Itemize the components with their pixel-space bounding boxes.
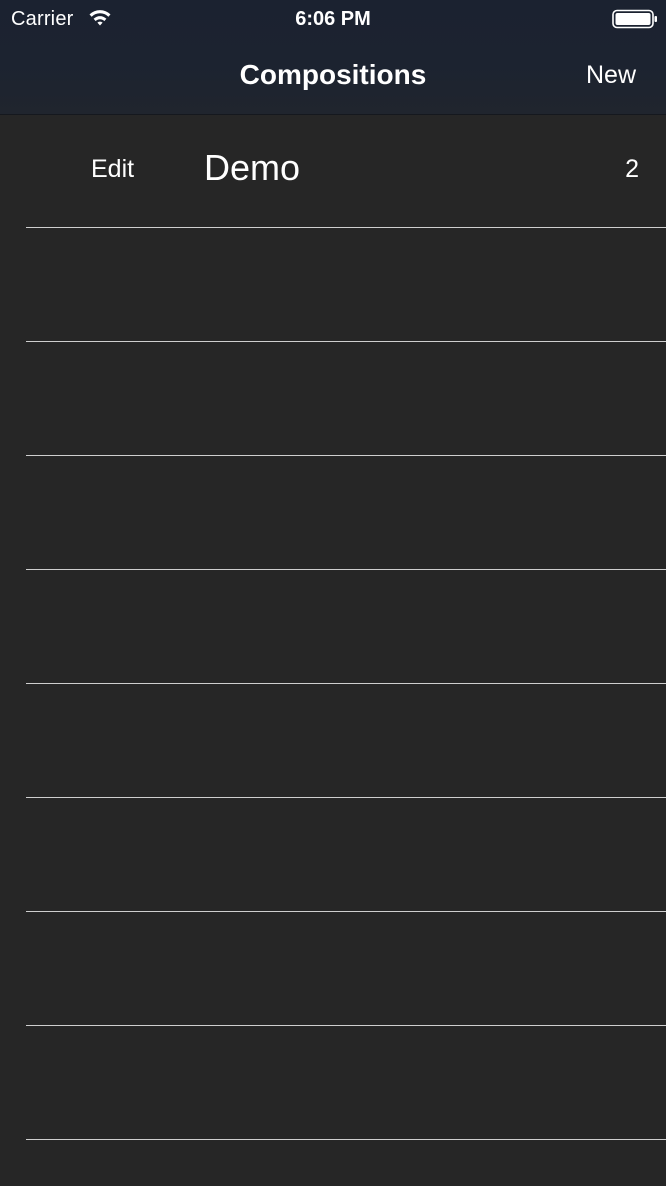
empty-row [26,456,666,570]
status-bar: Carrier 6:06 PM [0,0,666,38]
new-composition-button[interactable]: New [586,60,636,90]
empty-row [26,798,666,912]
empty-row [26,1026,666,1140]
empty-row [26,228,666,342]
compositions-list: Edit Demo 2 [0,114,666,1140]
empty-row [26,342,666,456]
composition-count: 2 [625,155,639,183]
edit-button[interactable]: Edit [91,154,134,184]
composition-row[interactable]: Edit Demo 2 [26,114,666,228]
top-bar: Carrier 6:06 PM Compositions New [0,0,666,115]
empty-row [26,684,666,798]
battery-full-icon [612,9,657,29]
status-time: 6:06 PM [295,8,371,30]
navigation-bar: Compositions New [0,38,666,114]
empty-row [26,912,666,1026]
composition-name: Demo [204,147,301,188]
empty-row [26,570,666,684]
page-title: Compositions [239,59,427,90]
